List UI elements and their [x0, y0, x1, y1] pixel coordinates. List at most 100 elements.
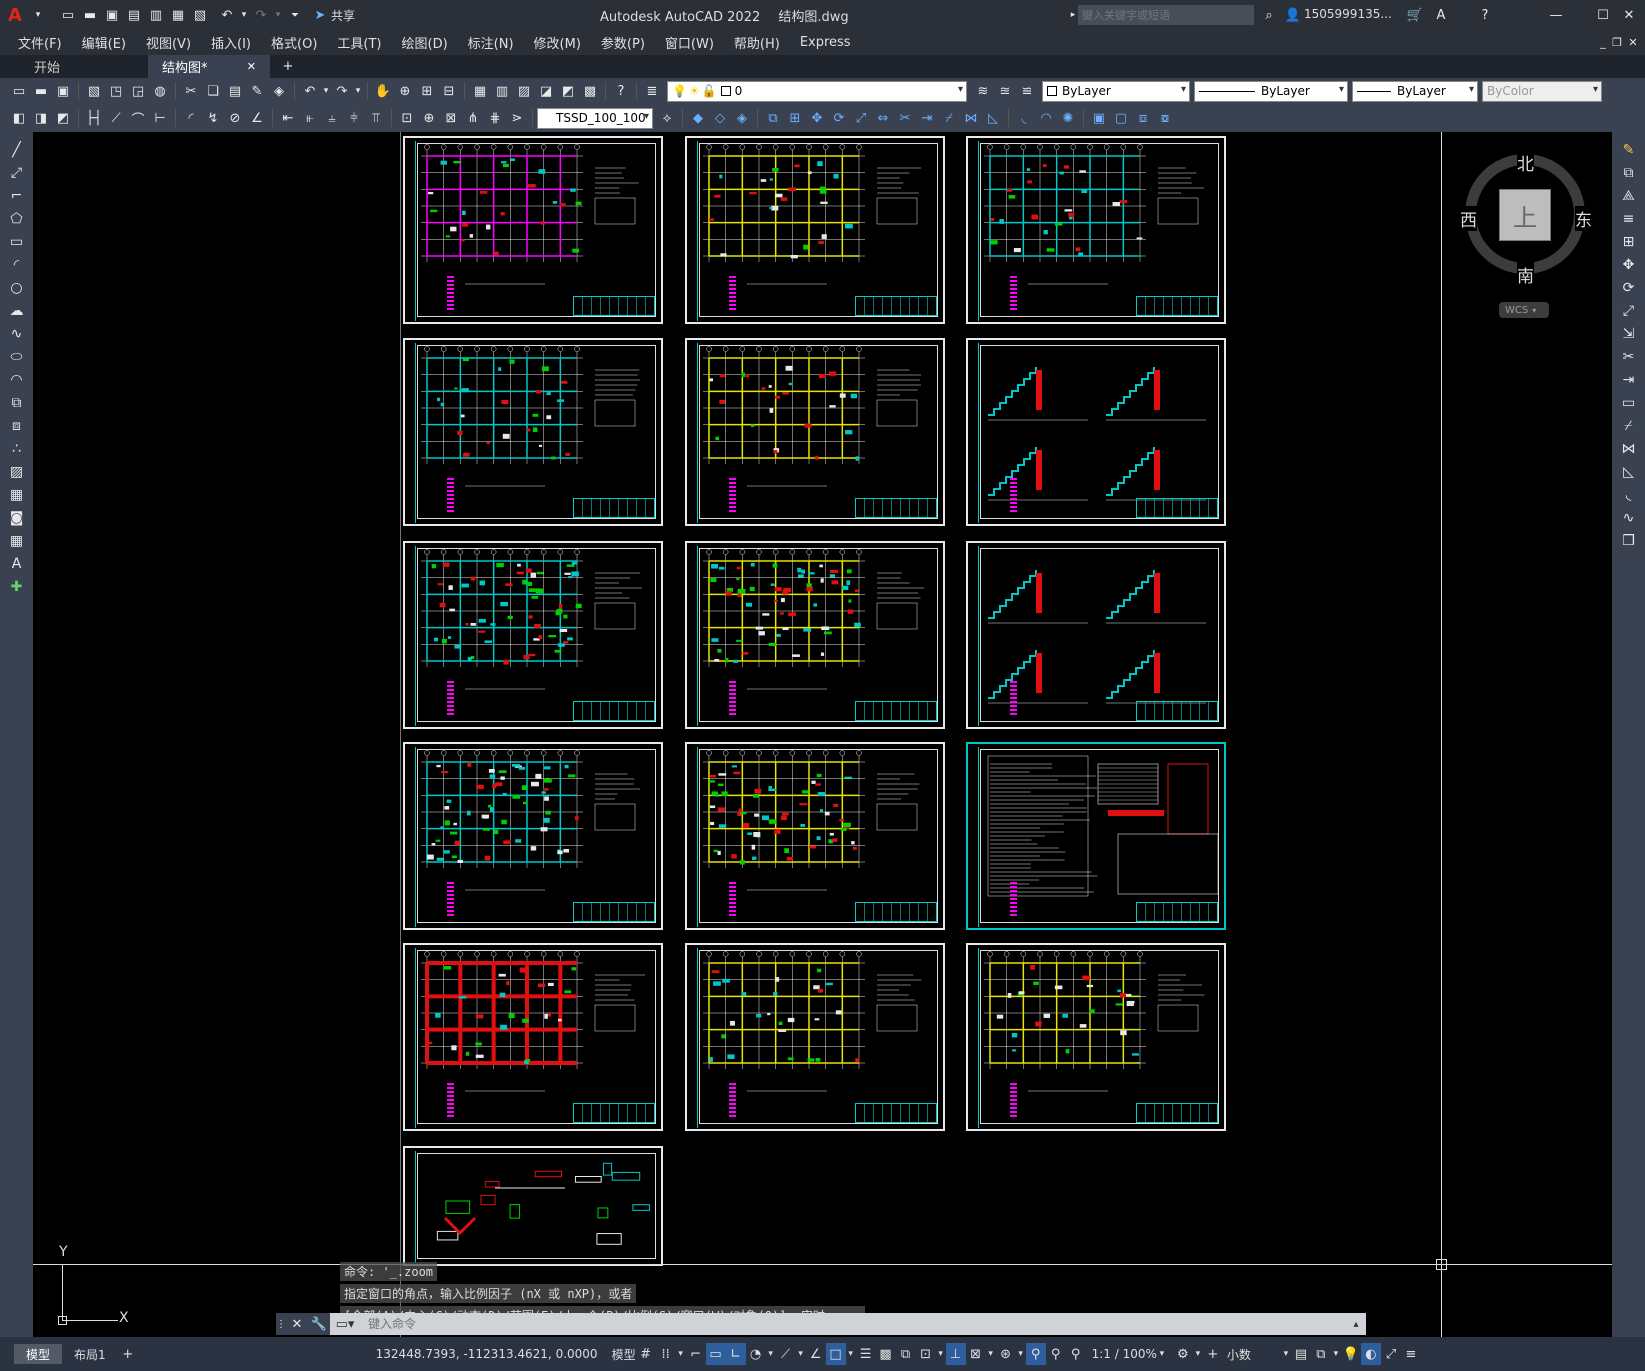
tab-start[interactable]: 开始 [20, 55, 148, 78]
qat-customize-icon[interactable]: ⏷ [285, 5, 305, 25]
plot-icon[interactable]: ▧ [84, 81, 104, 101]
tool-palettes-icon[interactable]: ▨ [514, 81, 534, 101]
autodesk-a360-icon[interactable]: A [1431, 5, 1451, 25]
autocad-logo-icon[interactable]: A [8, 5, 32, 26]
ortho-icon[interactable]: ∟ [725, 1343, 746, 1365]
gizmo-dropdown-icon[interactable]: ▾ [1016, 1343, 1026, 1365]
arc-icon[interactable]: ◜ [6, 254, 28, 275]
mirror-r-icon[interactable]: ⟁ [1618, 185, 1640, 206]
dim-jogged-icon[interactable]: ↯ [203, 108, 223, 128]
menu-help[interactable]: 帮助(H) [724, 33, 790, 52]
help-icon[interactable]: ? [1475, 5, 1495, 25]
cmdline-grip-icon[interactable]: ⋮ [276, 1314, 286, 1334]
lineweight-combo[interactable]: ByLayer ▾ [1352, 80, 1478, 102]
3d-osnap-icon[interactable]: ⊡ [916, 1343, 936, 1365]
selection-filter-icon[interactable]: ⊠ [966, 1343, 986, 1365]
compass-north[interactable]: 北 [1517, 150, 1534, 175]
stretch-icon[interactable]: ⇔ [873, 108, 893, 128]
help-search-input[interactable] [1078, 5, 1254, 25]
redo-dropdown-icon[interactable]: ▾ [273, 5, 283, 25]
cmdline-customize-icon[interactable]: 🔧 [309, 1314, 329, 1334]
break-r-icon[interactable]: ⌿ [1618, 415, 1640, 436]
snap-mode-icon[interactable]: ⁞⁞ [656, 1343, 676, 1365]
lock-ui-dropdown-icon[interactable]: ▾ [1331, 1343, 1341, 1365]
rotate-r-icon[interactable]: ⟳ [1618, 277, 1640, 298]
tab-layout1[interactable]: 布局1 [62, 1344, 118, 1364]
array-r-icon[interactable]: ⊞ [1618, 231, 1640, 252]
undo-icon[interactable]: ↶ [217, 5, 237, 25]
markup-icon[interactable]: ◩ [558, 81, 578, 101]
paste-icon[interactable]: ▤ [225, 81, 245, 101]
menu-edit[interactable]: 编辑(E) [72, 33, 136, 52]
ellipse-icon[interactable]: ⬭ [6, 346, 28, 367]
drawing-sheet[interactable] [403, 742, 663, 930]
cart-icon[interactable]: 🛒 [1405, 5, 1425, 25]
color-combo[interactable]: ByLayer ▾ [1042, 80, 1190, 102]
dim-text-edit-icon[interactable]: ⋗ [507, 108, 527, 128]
stretch-r-icon[interactable]: ⇲ [1618, 323, 1640, 344]
explode-icon[interactable]: ✺ [1058, 108, 1078, 128]
ellipse-arc-icon[interactable]: ◠ [6, 369, 28, 390]
dim-break-icon[interactable]: ⫪ [366, 108, 386, 128]
object-snap-icon[interactable]: □ [825, 1343, 846, 1365]
hatch-icon[interactable]: ▨ [6, 461, 28, 482]
dim-style-icon[interactable]: ⟡ [657, 108, 677, 128]
share-icon[interactable]: ➤ [310, 5, 330, 25]
drawing-canvas[interactable]: 上 北 南 西 东 WCS ▾ Y X [33, 132, 1612, 1337]
drawing-sheet[interactable] [403, 943, 663, 1131]
undo-tb-dropdown-icon[interactable]: ▾ [322, 81, 330, 101]
menu-window[interactable]: 窗口(W) [655, 33, 724, 52]
ungroup-icon[interactable]: ▢ [1111, 108, 1131, 128]
spline-icon[interactable]: ∿ [6, 323, 28, 344]
plotstyle-combo[interactable]: ByColor ▾ [1482, 80, 1602, 102]
sheetset-icon[interactable]: ◪ [536, 81, 556, 101]
layer-properties-icon[interactable]: ≣ [642, 81, 662, 101]
drawing-sheet[interactable] [685, 338, 945, 526]
menu-view[interactable]: 视图(V) [136, 33, 201, 52]
cmdline-history-icon[interactable]: ▴ [1346, 1313, 1366, 1335]
wcs-menu[interactable]: WCS ▾ [1499, 302, 1549, 318]
tssd-icon-1[interactable]: ◧ [9, 108, 29, 128]
drawing-sheet[interactable] [685, 943, 945, 1131]
redo-icon[interactable]: ↷ [251, 5, 271, 25]
erase-r-icon[interactable]: ✎ [1618, 139, 1640, 160]
infer-constraints-icon[interactable]: ⌐ [686, 1343, 706, 1365]
menu-express[interactable]: Express [790, 35, 861, 50]
minimize-icon[interactable]: — [1546, 5, 1566, 25]
isodraft-dropdown-icon[interactable]: ▾ [796, 1343, 806, 1365]
tab-model[interactable]: 模型 [14, 1344, 63, 1364]
open-file-icon[interactable]: ▬ [80, 5, 100, 25]
explode-r-icon[interactable]: ❒ [1618, 530, 1640, 551]
user-account[interactable]: 1505999135... [1304, 7, 1392, 21]
close-icon[interactable]: ✕ [1619, 5, 1639, 25]
edit-poly-icon[interactable]: ⧇ [1155, 108, 1175, 128]
dim-ordinate-icon[interactable]: ⊢ [150, 108, 170, 128]
table-icon[interactable]: ▦ [6, 530, 28, 551]
drawing-sheet[interactable] [966, 136, 1226, 324]
break-point-r-icon[interactable]: ▭ [1618, 392, 1640, 413]
export-icon[interactable]: ▦ [168, 5, 188, 25]
selection-filter-dropdown-icon[interactable]: ▾ [986, 1343, 996, 1365]
dim-edit-icon[interactable]: ⋕ [485, 108, 505, 128]
scale-icon[interactable]: ⤢ [851, 108, 871, 128]
publish-3d-icon[interactable]: ◲ [128, 81, 148, 101]
object-snap-tracking-icon[interactable]: ∠ [806, 1343, 826, 1365]
fillet-r-icon[interactable]: ◟ [1618, 484, 1640, 505]
user-icon[interactable]: 👤 [1283, 5, 1303, 25]
annotation-visibility-icon[interactable]: ⚲ [1025, 1343, 1046, 1365]
doc-close-icon[interactable]: ✕ [1623, 32, 1643, 52]
pan-icon[interactable]: ✋ [373, 81, 393, 101]
block-editor-icon[interactable]: ◈ [269, 81, 289, 101]
annotation-scale-value[interactable]: 1:1 / 100% [1092, 1347, 1157, 1361]
line-icon[interactable]: ╱ [6, 139, 28, 160]
dim-baseline-icon[interactable]: ⫦ [300, 108, 320, 128]
region-icon[interactable]: ◙ [6, 507, 28, 528]
trim-icon[interactable]: ✂ [895, 108, 915, 128]
workspace-dropdown-icon[interactable]: ▾ [1193, 1343, 1203, 1365]
matchprop-icon[interactable]: ✎ [247, 81, 267, 101]
move-icon[interactable]: ✥ [807, 108, 827, 128]
center-mark-icon[interactable]: ⊕ [419, 108, 439, 128]
qnew-icon[interactable]: ▭ [9, 81, 29, 101]
gizmo-icon[interactable]: ⊛ [996, 1343, 1016, 1365]
dimstyle-combo[interactable]: TSSD_100_100 ▾ [537, 107, 653, 129]
